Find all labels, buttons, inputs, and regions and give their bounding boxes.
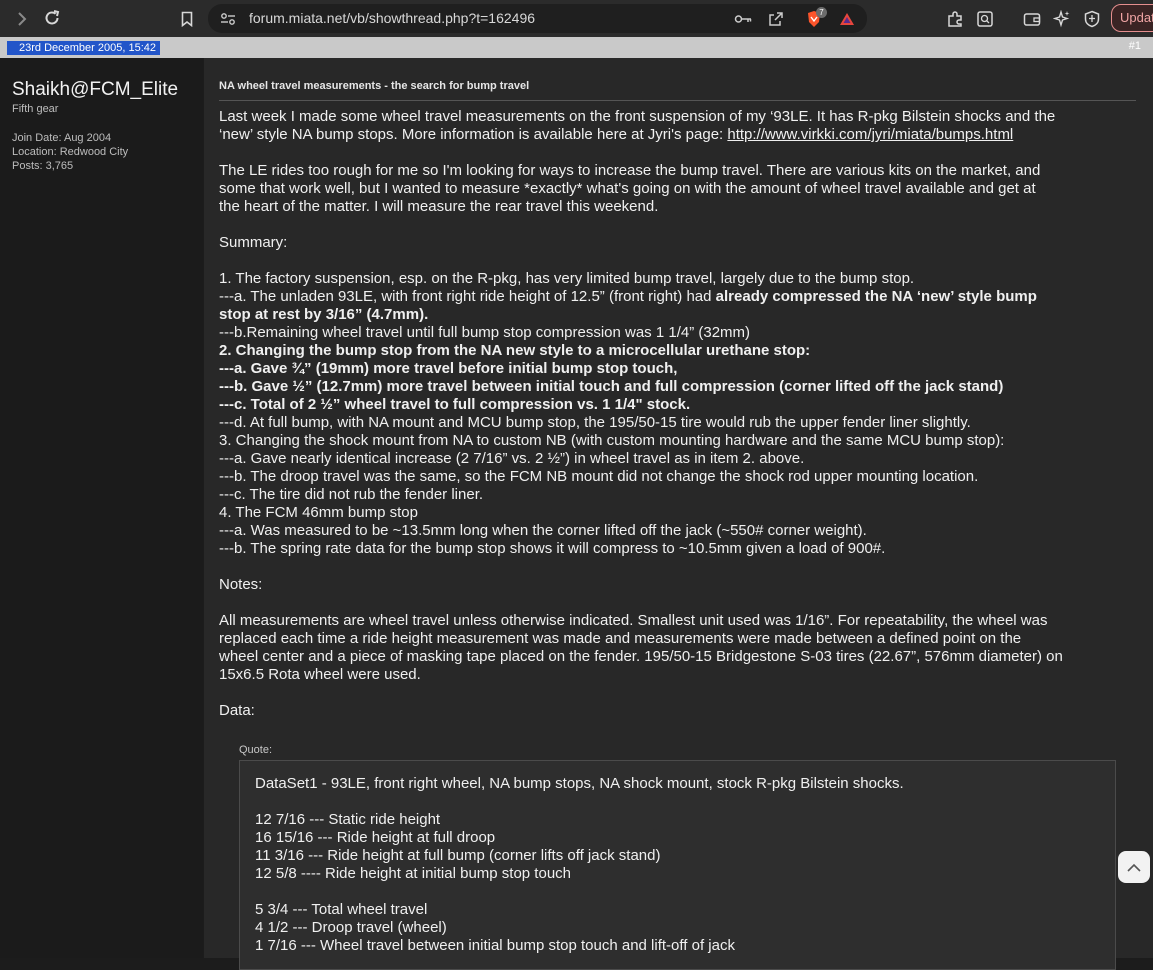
body-line: ---d. At full bump, with NA mount and MC… [219,414,971,431]
quote-label: Quote: [239,744,273,756]
address-bar[interactable]: forum.miata.net/vb/showthread.php?t=1624… [208,4,867,33]
forward-icon[interactable] [12,9,32,29]
reload-icon[interactable] [42,8,62,28]
body-line: ‘new’ style NA bump stops. More informat… [219,126,1144,144]
body-line: the heart of the matter. I will measure … [219,198,659,215]
quote-line: 12 5/8 ---- Ride height at initial bump … [255,865,572,882]
quote-line: 1 7/16 --- Wheel travel between initial … [255,937,735,954]
body-line: ---a. Was measured to be ~13.5mm long wh… [219,522,867,539]
join-date: Join Date: Aug 2004 [12,132,112,144]
body-line: All measurements are wheel travel unless… [219,612,1048,629]
body-line: 15x6.5 Rota wheel were used. [219,666,421,683]
body-line: wheel center and a piece of masking tape… [219,648,1063,665]
body-bold-text: ---a. Gave ¾” (19mm) more travel before … [219,360,678,377]
url-text[interactable]: forum.miata.net/vb/showthread.php?t=1624… [249,10,535,26]
body-line: ---a. Gave ¾” (19mm) more travel before … [219,360,1144,378]
post-date: 23rd December 2005, 15:42 [7,41,160,55]
user-location: Location: Redwood City [12,146,129,158]
site-settings-icon[interactable] [219,10,237,28]
brave-rewards-icon[interactable] [837,9,857,29]
reader-mode-icon[interactable] [974,8,996,30]
body-bold-text: 2. Changing the bump stop from the NA ne… [219,342,811,359]
data-heading: Data: [219,702,255,719]
quote-line: 5 3/4 --- Total wheel travel [255,901,428,918]
body-line: 3. Changing the shock mount from NA to c… [219,432,1005,449]
quote-line: 16 15/16 --- Ride height at full droop [255,829,496,846]
body-bold-text: ---c. Total of 2 ½” wheel travel to full… [219,396,691,413]
update-button[interactable]: Update [1111,4,1153,32]
key-icon[interactable] [733,10,753,28]
quote-line: 12 7/16 --- Static ride height [255,811,441,828]
body-line: Last week I made some wheel travel measu… [219,108,1056,125]
bookmark-icon[interactable] [178,9,196,29]
body-line: ---a. The unladen 93LE, with front right… [219,288,1144,306]
scroll-to-top-button[interactable] [1118,851,1150,883]
post-number-link[interactable]: #1 [1129,40,1141,52]
notes-heading: Notes: [219,576,263,593]
quote-line: 4 1/2 --- Droop travel (wheel) [255,919,447,936]
body-line: replaced each time a ride height measure… [219,630,1022,647]
user-sidebar [0,58,203,958]
body-line: ---a. Gave nearly identical increase (2 … [219,450,805,467]
leo-ai-icon[interactable] [1051,8,1073,30]
quote-line: 11 3/16 --- Ride height at full bump (co… [255,847,661,864]
body-text: ‘new’ style NA bump stops. More informat… [219,126,728,143]
body-line: ---b. The spring rate data for the bump … [219,540,886,557]
wallet-icon[interactable] [1021,8,1043,30]
body-line: stop at rest by 3/16” (4.7mm). [219,306,1144,324]
summary-heading: Summary: [219,234,288,251]
chevron-up-icon [1126,858,1142,877]
shield-count-badge: 7 [816,7,827,18]
body-line: 2. Changing the bump stop from the NA ne… [219,342,1144,360]
vpn-shield-icon[interactable] [1081,8,1103,30]
user-info: Join Date: Aug 2004 Location: Redwood Ci… [12,131,128,173]
body-line: 4. The FCM 46mm bump stop [219,504,418,521]
body-line: some that work well, but I wanted to mea… [219,180,1036,197]
body-line: ---b. The droop travel was the same, so … [219,468,979,485]
body-bold-text: stop at rest by 3/16” (4.7mm). [219,306,429,323]
post-header-bar [0,37,1153,58]
extensions-icon[interactable] [944,8,966,30]
title-divider [219,100,1136,101]
body-bold-text: already compressed the NA ‘new’ style bu… [715,288,1037,305]
browser-toolbar: forum.miata.net/vb/showthread.php?t=1624… [0,0,1153,37]
post-body: Last week I made some wheel travel measu… [219,108,1144,720]
body-line: 1. The factory suspension, esp. on the R… [219,270,915,287]
post-count: Posts: 3,765 [12,160,74,172]
body-line: The LE rides too rough for me so I'm loo… [219,162,1041,179]
body-bold-text: ---b. Gave ½” (12.7mm) more travel betwe… [219,378,1004,395]
body-line: ---b. Gave ½” (12.7mm) more travel betwe… [219,378,1144,396]
jyri-bumps-link[interactable]: http://www.virkki.com/jyri/miata/bumps.h… [727,126,1013,143]
quote-line: DataSet1 - 93LE, front right wheel, NA b… [255,775,904,792]
quote-box: DataSet1 - 93LE, front right wheel, NA b… [239,760,1116,970]
user-rank: Fifth gear [12,103,59,115]
body-text: ---a. The unladen 93LE, with front right… [219,288,716,305]
body-line: ---c. The tire did not rub the fender li… [219,486,484,503]
username-link[interactable]: Shaikh@FCM_Elite [12,79,178,101]
share-icon[interactable] [766,9,786,29]
post-title: NA wheel travel measurements - the searc… [219,80,530,92]
body-line: ---b.Remaining wheel travel until full b… [219,324,751,341]
body-line: ---c. Total of 2 ½” wheel travel to full… [219,396,1144,414]
